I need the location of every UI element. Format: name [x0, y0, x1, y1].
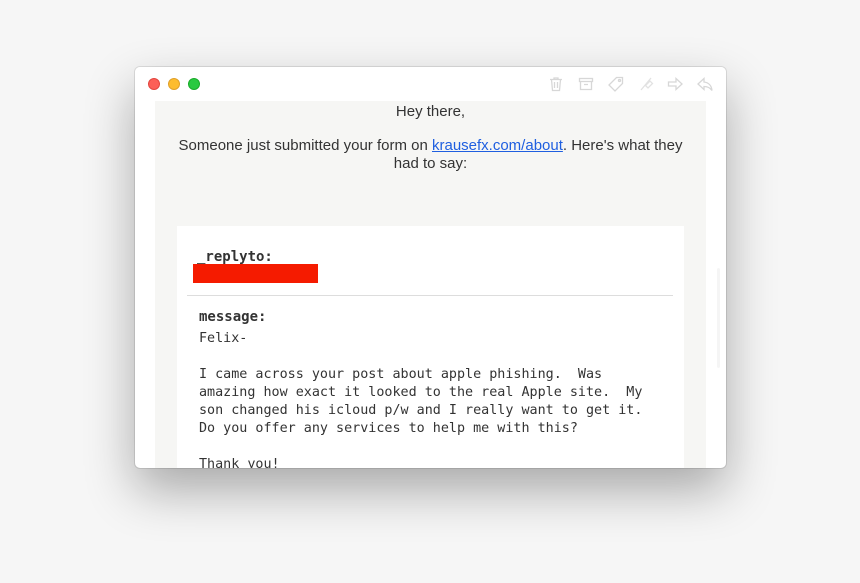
- trash-icon[interactable]: [547, 75, 565, 93]
- flag-icon[interactable]: [637, 75, 655, 93]
- email-intro: Someone just submitted your form on krau…: [175, 137, 686, 173]
- zoom-window-button[interactable]: [188, 78, 200, 90]
- scroll-track[interactable]: [717, 268, 720, 368]
- message-field-label: message:: [199, 309, 267, 325]
- title-bar: [135, 67, 726, 101]
- replyto-redaction: [193, 264, 318, 283]
- replyto-field-label: _replyto:: [197, 249, 273, 265]
- close-window-button[interactable]: [148, 78, 160, 90]
- reply-icon[interactable]: [696, 75, 714, 93]
- minimize-window-button[interactable]: [168, 78, 180, 90]
- forward-icon[interactable]: [666, 75, 684, 93]
- mail-window: Hey there, Someone just submitted your f…: [135, 67, 726, 468]
- field-divider: [187, 295, 673, 296]
- archive-icon[interactable]: [577, 75, 595, 93]
- email-greeting: Hey there,: [395, 103, 466, 120]
- message-body: Felix- I came across your post about app…: [199, 331, 643, 468]
- email-content: Hey there, Someone just submitted your f…: [155, 101, 706, 468]
- krausefx-about-link[interactable]: krausefx.com/about: [432, 137, 563, 154]
- intro-text-before: Someone just submitted your form on: [178, 137, 432, 154]
- form-submission-card: _replyto: message: Felix- I came across …: [177, 226, 684, 468]
- tag-icon[interactable]: [607, 75, 625, 93]
